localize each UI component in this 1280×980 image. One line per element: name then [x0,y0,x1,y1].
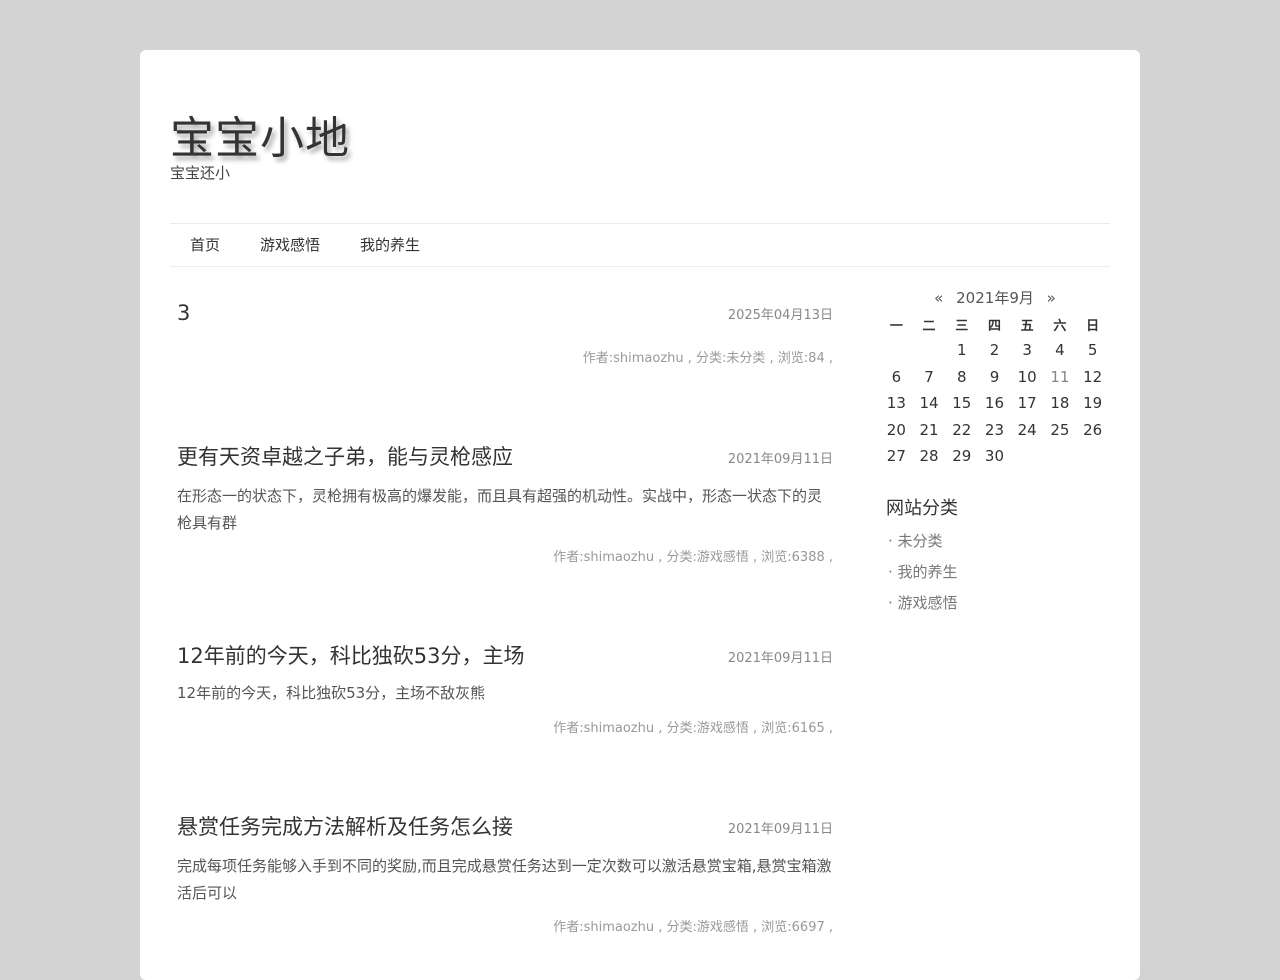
category-item-game-insights[interactable]: · 游戏感悟 [888,588,958,619]
weekday-label: 二 [922,318,936,334]
calendar-day: 19 [1083,394,1103,413]
calendar-day: 10 [1017,367,1037,386]
calendar-empty-cell [1011,443,1044,470]
calendar-day: 5 [1087,341,1098,360]
calendar-day: 2 [989,341,1000,360]
calendar-day: 22 [952,420,972,439]
calendar-day: 15 [952,394,972,413]
calendar-prev-month-link[interactable]: « [926,287,951,309]
post-title[interactable]: 悬赏任务完成方法解析及任务怎么接 [177,813,513,841]
calendar-day: 25 [1050,420,1070,439]
post-meta: 作者:shimaozhu , 分类:游戏感悟 , 浏览:6697 , [553,920,833,935]
categories-title: 网站分类 [886,498,958,519]
calendar-day: 24 [1017,420,1037,439]
calendar-day: 11 [1050,367,1070,386]
post-date: 2021年09月11日 [727,452,833,467]
calendar-day: 6 [891,367,902,386]
calendar-day: 29 [952,447,972,466]
calendar-header: « 2021年9月 » [880,287,1110,309]
calendar-week-row: 1 2 3 4 5 [880,337,1109,364]
calendar-day: 8 [956,367,967,386]
calendar-day: 7 [924,367,934,386]
calendar-day: 17 [1017,394,1037,413]
post-title[interactable]: 3 [177,299,190,327]
post-excerpt: 完成每项任务能够入手到不同的奖励,而且完成悬赏任务达到一定次数可以激活悬赏宝箱,… [177,857,832,902]
nav-item-home[interactable]: 首页 [190,224,220,266]
calendar-empty-cell [1044,443,1077,470]
category-item-health[interactable]: · 我的养生 [888,557,958,588]
post-date: 2021年09月11日 [727,822,833,837]
categories-list: · 未分类 · 我的养生 · 游戏感悟 [888,526,958,619]
calendar-month-label: 2021年9月 [956,289,1034,307]
calendar-day: 30 [984,447,1004,466]
calendar-day: 23 [984,420,1004,439]
post-meta: 作者:shimaozhu , 分类:游戏感悟 , 浏览:6165 , [553,721,833,736]
post-title[interactable]: 更有天资卓越之子弟，能与灵枪感应 [177,443,513,471]
calendar-days: 1 2 3 4 5 6 7 8 9 10 11 12 13 14 15 16 17 18 19 20 21 22 23 24 2… [880,337,1109,470]
calendar-day: 20 [886,420,906,439]
calendar-day: 28 [919,447,939,466]
calendar-empty-cell [1076,443,1109,470]
weekday-label: 六 [1053,318,1067,334]
calendar-day: 18 [1050,394,1070,413]
calendar-day: 13 [886,394,906,413]
post-date: 2021年09月11日 [727,651,833,666]
weekday-label: 一 [889,318,903,334]
calendar-week-row: 20 21 22 23 24 25 26 [880,417,1109,444]
calendar-day: 14 [919,394,939,413]
site-description: 宝宝还小 [170,164,231,182]
weekday-label: 日 [1086,318,1100,334]
calendar-day: 26 [1083,420,1103,439]
post-date: 2025年04月13日 [727,308,833,323]
calendar-day: 12 [1083,367,1103,386]
calendar-day: 9 [989,367,1000,386]
nav-item-game-insights[interactable]: 游戏感悟 [260,224,320,266]
calendar-next-month-link[interactable]: » [1039,287,1064,309]
site-title[interactable]: 宝宝小地 [170,102,350,166]
weekday-label: 四 [987,318,1001,334]
calendar-widget: « 2021年9月 » 一 二 三 四 五 六 日 1 2 3 4 5 6 7 8 9 10 11 1… [880,287,1110,470]
calendar-day: 1 [956,341,967,360]
calendar-day: 4 [1055,341,1065,360]
calendar-weekday-row: 一 二 三 四 五 六 日 [880,311,1109,337]
calendar-week-row: 6 7 8 9 10 11 12 [880,364,1109,391]
post-title[interactable]: 12年前的今天，科比独砍53分，主场 [177,642,524,670]
category-item-uncategorized[interactable]: · 未分类 [888,526,958,557]
calendar-grid: 一 二 三 四 五 六 日 1 2 3 4 5 6 7 8 9 10 11 12 13 14 15 16 17 1… [880,311,1109,470]
calendar-week-row: 13 14 15 16 17 18 19 [880,390,1109,417]
post-excerpt: 12年前的今天，科比独砍53分，主场不敌灰熊 [177,684,486,702]
calendar-day: 27 [886,447,906,466]
calendar-empty-cell [913,337,946,364]
post-meta: 作者:shimaozhu , 分类:未分类 , 浏览:84 , [582,351,833,366]
calendar-day: 16 [984,394,1004,413]
weekday-label: 三 [955,318,969,334]
post-meta: 作者:shimaozhu , 分类:游戏感悟 , 浏览:6388 , [553,550,833,565]
calendar-day: 3 [1022,341,1032,360]
main-nav: 首页 游戏感悟 我的养生 [170,223,1110,267]
calendar-day: 21 [919,420,939,439]
page-container: 宝宝小地 宝宝还小 首页 游戏感悟 我的养生 3 2025年04月13日 作者:… [140,50,1140,980]
weekday-label: 五 [1020,318,1034,334]
nav-item-health[interactable]: 我的养生 [360,224,420,266]
post-excerpt: 在形态一的状态下，灵枪拥有极高的爆发能，而且具有超强的机动性。实战中，形态一状态… [177,487,823,532]
calendar-empty-cell [880,337,913,364]
calendar-week-row: 27 28 29 30 [880,443,1109,470]
